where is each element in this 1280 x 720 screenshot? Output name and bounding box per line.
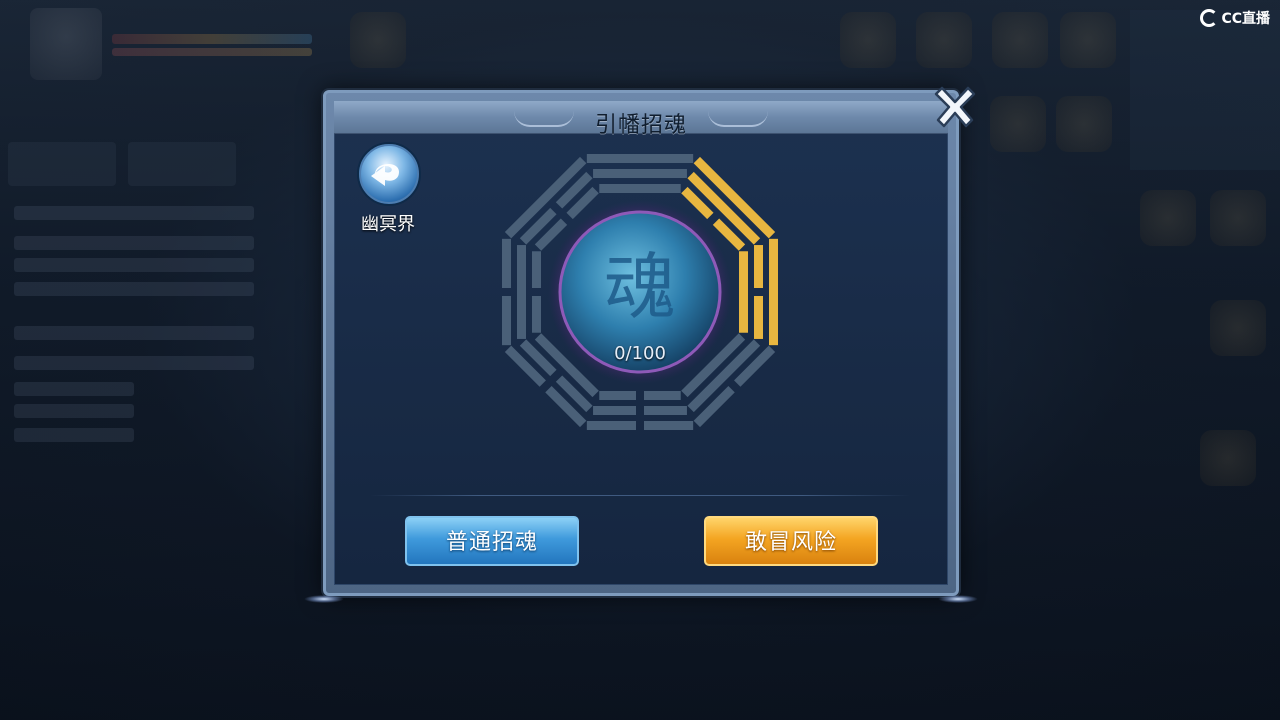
game-screen: CC直播 引幡招魂 幽冥界 魂 0/100 普通招魂 敢冒风险: [0, 0, 1280, 720]
background-menu-icon: [1210, 190, 1266, 246]
cc-logo-icon: [1200, 9, 1219, 27]
risk-summon-button[interactable]: 敢冒风险: [704, 516, 878, 566]
background-text-line: [14, 326, 254, 340]
background-health-bar: [112, 34, 312, 44]
background-menu-icon: [350, 12, 406, 68]
background-button: [8, 142, 116, 186]
trigram-line: [693, 156, 776, 239]
background-menu-icon: [840, 12, 896, 68]
close-button[interactable]: [930, 80, 980, 130]
trigram-line: [693, 386, 735, 428]
background-text-line: [14, 206, 254, 220]
trigram-line: [517, 245, 526, 339]
trigram-line: [769, 238, 778, 346]
trigram-line: [644, 391, 681, 400]
return-button[interactable]: [357, 142, 421, 206]
bagua-diagram: 魂: [480, 142, 800, 442]
trigram-0: [586, 154, 694, 193]
background-menu-icon: [1200, 430, 1256, 486]
normal-summon-button[interactable]: 普通招魂: [405, 516, 579, 566]
trigram-line: [593, 406, 636, 415]
trigram-line: [532, 295, 541, 333]
trigram-line: [599, 391, 636, 400]
background-text-line: [14, 258, 254, 272]
trigram-line: [586, 421, 636, 430]
background-mana-bar: [112, 48, 312, 56]
trigram-line: [739, 251, 748, 333]
trigram-line: [644, 406, 687, 415]
background-text-line: [14, 282, 254, 296]
return-label: 幽冥界: [361, 214, 415, 235]
trigram-line: [754, 245, 763, 289]
background-text-line: [14, 236, 254, 250]
soul-counter: 0/100: [614, 343, 666, 364]
background-menu-icon: [916, 12, 972, 68]
corner-sparkle: [304, 595, 344, 603]
background-text-line: [14, 382, 134, 396]
corner-sparkle: [938, 595, 978, 603]
background-text-line: [14, 404, 134, 418]
trigram-line: [502, 238, 511, 288]
background-menu-icon: [1056, 96, 1112, 152]
trigram-line: [545, 386, 587, 428]
background-menu-icon: [992, 12, 1048, 68]
trigram-line: [532, 251, 541, 288]
cc-live-watermark: CC直播: [1200, 8, 1270, 28]
dialog-title-bar: 引幡招魂: [334, 101, 948, 138]
background-menu-icon: [1210, 300, 1266, 356]
trigram-line: [504, 345, 546, 387]
background-button: [128, 142, 236, 186]
dialog-title: 引幡招魂: [594, 113, 687, 138]
background-menu-icon: [990, 96, 1046, 152]
watermark-text: CC直播: [1221, 11, 1270, 27]
background-menu-icon: [1140, 190, 1196, 246]
trigram-line: [754, 296, 763, 339]
background-text-line: [14, 428, 134, 442]
background-avatar: [30, 8, 102, 80]
return-arrow-icon: [371, 163, 399, 186]
trigram-2: [739, 238, 778, 346]
background-side-panel: [1130, 10, 1280, 170]
background-menu-icon: [1060, 12, 1116, 68]
trigram-line: [644, 421, 694, 430]
dialog-divider: [370, 495, 910, 496]
trigram-line: [586, 154, 694, 163]
trigram-line: [599, 184, 681, 193]
close-x-icon: [934, 86, 976, 128]
trigram-6: [502, 238, 541, 346]
bagua-svg: 魂: [502, 154, 778, 430]
trigram-line: [593, 169, 687, 178]
soul-glyph: 魂: [604, 245, 676, 329]
trigram-line: [504, 156, 587, 239]
trigram-line: [502, 295, 511, 346]
trigram-line: [734, 345, 776, 387]
background-text-line: [14, 356, 254, 370]
trigram-4: [586, 391, 694, 430]
